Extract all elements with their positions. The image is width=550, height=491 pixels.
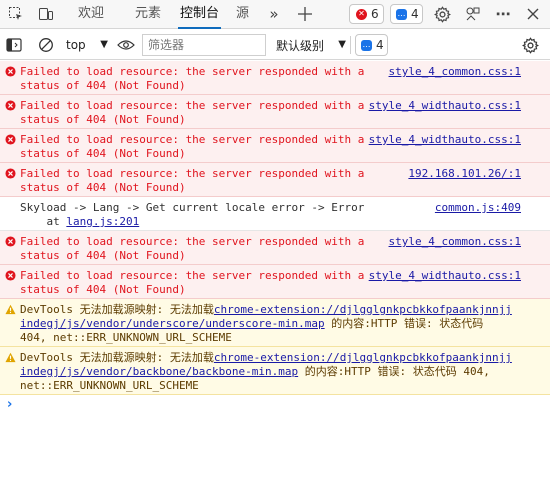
eye-icon[interactable] [116,35,136,55]
issues-count: 4 [376,38,384,52]
console-error-message: Failed to load resource: the server resp… [0,163,550,197]
source-link[interactable]: 192.168.101.26/:1 [408,167,521,181]
console-prompt-icon[interactable]: › [7,397,12,412]
context-selector[interactable]: top ▼ [62,34,108,56]
log-level-value: 默认级别 [276,38,325,53]
stack-link[interactable]: lang.js:201 [66,215,139,228]
source-link[interactable]: style_4_common.css:1 [389,235,521,249]
message-text: Failed to load resource: the server resp… [20,133,365,160]
error-count-pill[interactable]: ✕ 6 [349,4,384,24]
sourcemap-link[interactable]: chrome-extension://djlgglgnkpcbkkofpaank… [214,351,512,364]
inspect-icon[interactable] [6,4,26,24]
console-error-message: Failed to load resource: the server resp… [0,95,550,129]
connect-icon[interactable] [463,4,483,24]
message-text: Failed to load resource: the server resp… [20,235,365,262]
clear-icon[interactable] [36,35,56,55]
toolbar-divider [350,36,351,54]
source-link[interactable]: style_4_widthauto.css:1 [369,269,521,283]
error-icon [5,66,16,77]
message-count: 4 [411,7,419,21]
context-value: top [66,38,86,52]
message-text: Failed to load resource: the server resp… [20,269,365,296]
message-text: Failed to load resource: the server resp… [20,167,365,194]
settings-icon[interactable] [432,4,452,24]
sourcemap-link[interactable]: indegj/js/vendor/underscore/underscore-m… [20,317,325,330]
device-toolbar-icon[interactable] [36,4,56,24]
console-log-message: Skyload -> Lang -> Get current locale er… [0,197,550,231]
console-error-message: Failed to load resource: the server resp… [0,231,550,265]
error-icon [5,134,16,145]
error-icon [5,168,16,179]
chevron-down-icon: ▼ [100,39,108,50]
add-tab-icon[interactable] [295,4,315,24]
issues-icon: … [361,39,372,51]
tab-elements[interactable]: 元素 [135,0,161,28]
issues-count-pill[interactable]: … 4 [355,34,388,56]
source-link[interactable]: style_4_common.css:1 [389,65,521,79]
more-tabs-icon[interactable]: » [264,4,284,24]
console-error-message: Failed to load resource: the server resp… [0,61,550,95]
message-text: Skyload -> Lang -> Get current locale er… [20,201,365,228]
warning-icon [5,352,16,363]
message-text: DevTools 无法加载源映射: 无法加载chrome-extension:/… [20,351,512,392]
message-text: DevTools 无法加载源映射: 无法加载chrome-extension:/… [20,303,512,344]
filter-input[interactable] [142,34,266,56]
message-icon: … [396,8,407,20]
message-count-pill[interactable]: … 4 [390,4,423,24]
tab-sources[interactable]: 源 [236,0,249,28]
error-icon: ✕ [356,8,367,20]
source-link[interactable]: style_4_widthauto.css:1 [369,99,521,113]
devtools-tab-bar: 欢迎 元素 控制台 源 » ✕ 6 … 4 ⋯ [0,0,550,29]
chevron-down-icon: ▼ [338,39,346,50]
console-toolbar: top ▼ 默认级别 ▼ … 4 [0,30,550,60]
console-warning-message: DevTools 无法加载源映射: 无法加载chrome-extension:/… [0,299,550,347]
error-icon [5,236,16,247]
warning-icon [5,304,16,315]
error-icon [5,100,16,111]
message-text: Failed to load resource: the server resp… [20,99,365,126]
sourcemap-link[interactable]: indegj/js/vendor/backbone/backbone-min.m… [20,365,298,378]
source-link[interactable]: style_4_widthauto.css:1 [369,133,521,147]
message-text: Failed to load resource: the server resp… [20,65,365,92]
more-options-icon[interactable]: ⋯ [493,4,513,24]
error-count: 6 [371,7,379,21]
close-icon[interactable] [523,4,543,24]
source-link[interactable]: common.js:409 [435,201,521,215]
console-error-message: Failed to load resource: the server resp… [0,265,550,299]
tab-console[interactable]: 控制台 [177,0,222,29]
sidebar-icon[interactable] [4,35,24,55]
error-icon [5,270,16,281]
log-level-selector[interactable]: 默认级别 ▼ [276,34,346,56]
tab-welcome[interactable]: 欢迎 [78,0,104,28]
sourcemap-link[interactable]: chrome-extension://djlgglgnkpcbkkofpaank… [214,303,512,316]
console-warning-message: DevTools 无法加载源映射: 无法加载chrome-extension:/… [0,347,550,395]
gear-icon[interactable] [520,35,540,55]
console-error-message: Failed to load resource: the server resp… [0,129,550,163]
